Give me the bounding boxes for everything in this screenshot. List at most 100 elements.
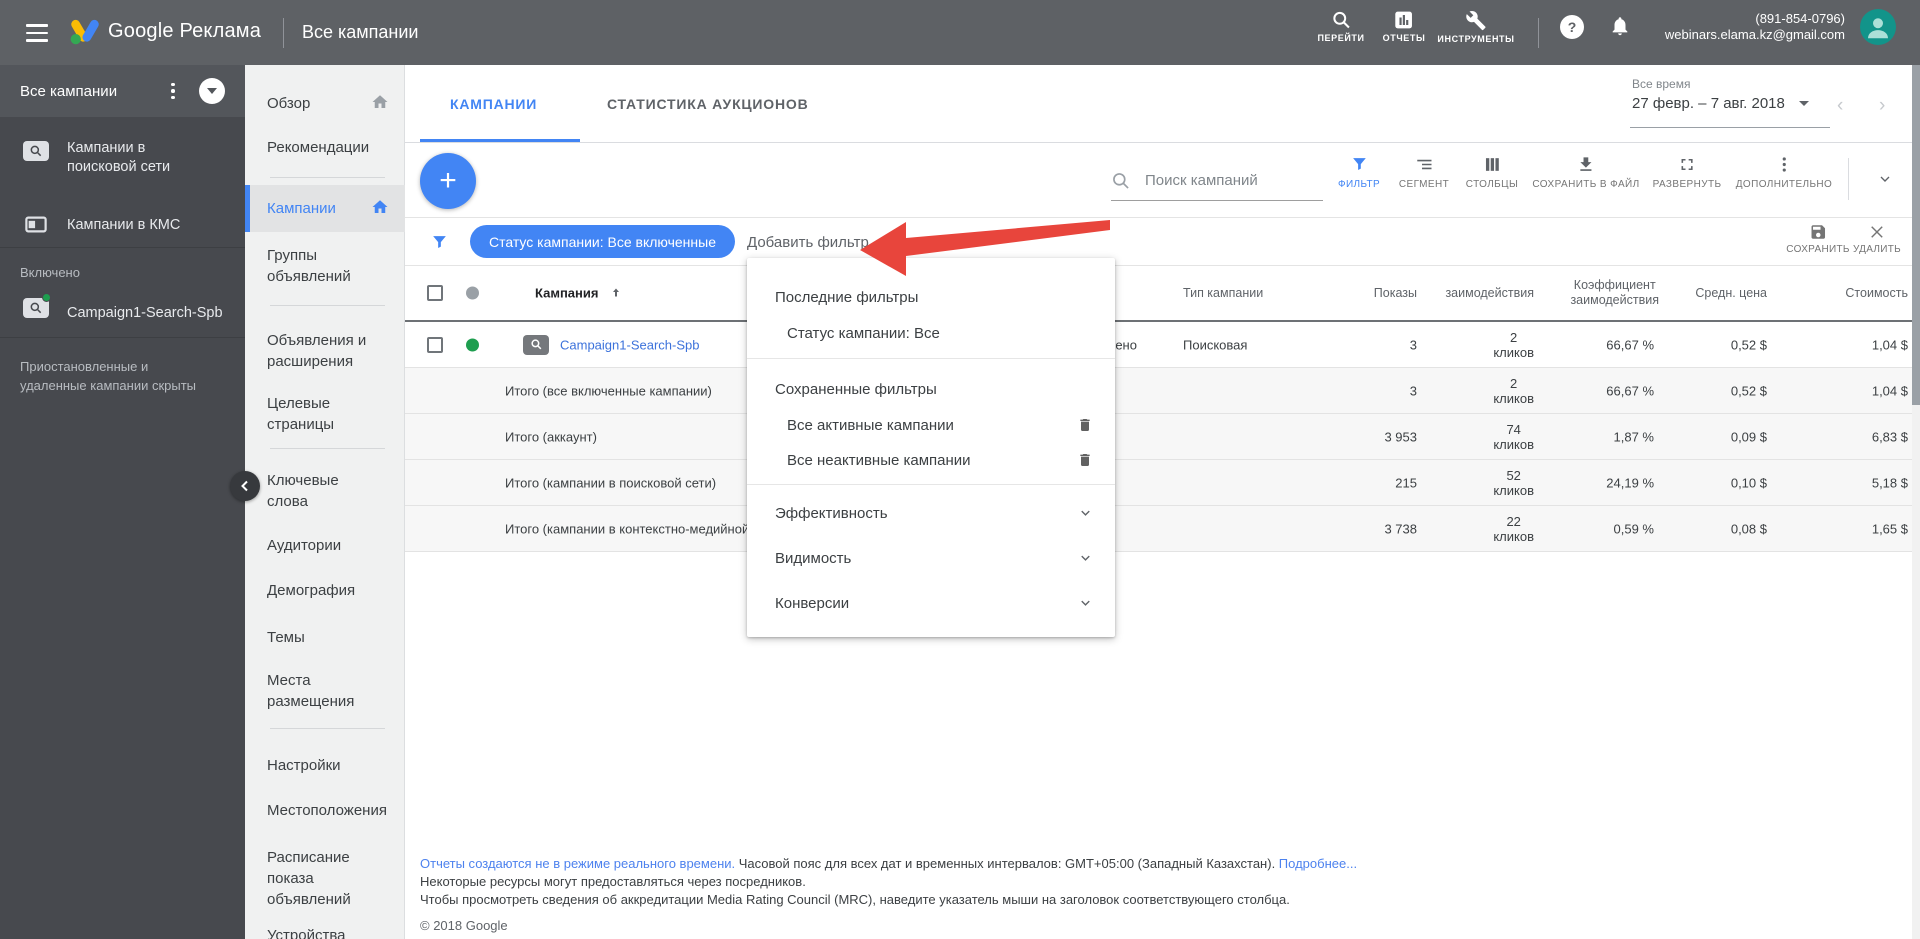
download-button[interactable]: СОХРАНИТЬ В ФАЙЛ: [1532, 155, 1639, 190]
search-input[interactable]: [1143, 171, 1308, 190]
column-header-interaction-rate[interactable]: Коэффициент заимодействия: [1570, 278, 1659, 308]
impressions-cell: 3: [1409, 337, 1417, 352]
avg-cpc-cell: 0,08 $: [1730, 521, 1767, 536]
total-label: Итого (кампании в поисковой сети): [505, 475, 717, 490]
account-info: (891-854-0796) webinars.elama.kz@gmail.c…: [1665, 11, 1845, 43]
collapse-toolbar-chevron-icon[interactable]: [1877, 171, 1893, 187]
topbar-divider-2: [1538, 18, 1539, 48]
saved-filter-item-inactive[interactable]: Все неактивные кампании: [747, 443, 1115, 477]
category-conversions[interactable]: Конверсии: [747, 586, 1115, 620]
table-row-campaign[interactable]: Campaign1-Search-Spb Включено Поисковая …: [405, 322, 1920, 368]
more-options-kebab-icon[interactable]: [166, 79, 180, 103]
expand-button[interactable]: РАЗВЕРНУТЬ: [1653, 155, 1722, 190]
display-campaign-icon: [23, 214, 49, 234]
tab-campaigns[interactable]: КАМПАНИИ: [450, 65, 537, 143]
sidebar-item-display-campaigns[interactable]: Кампании в КМС: [67, 216, 180, 235]
column-header-type[interactable]: Тип кампании: [1183, 286, 1263, 300]
menu-hamburger-icon[interactable]: [26, 24, 48, 42]
home-icon: [372, 95, 388, 108]
goto-button[interactable]: ПЕРЕЙТИ: [1317, 10, 1364, 43]
nav-item-keywords[interactable]: Ключевые слова: [245, 470, 405, 512]
date-range-picker[interactable]: Все время 27 февр. – 7 авг. 2018: [1632, 77, 1809, 112]
campaign-name-link[interactable]: Campaign1-Search-Spb: [560, 337, 699, 352]
nav-item-ad-groups[interactable]: Группы объявлений: [245, 245, 405, 287]
nav-item-locations[interactable]: Местоположения: [245, 800, 405, 821]
delete-trash-icon[interactable]: [1077, 452, 1093, 468]
sidebar-item-search-campaigns[interactable]: Кампании в поисковой сети: [67, 139, 217, 177]
avatar[interactable]: [1860, 9, 1896, 45]
table-row-total-enabled: Итого (все включенные кампании) 3 2 клико…: [405, 368, 1920, 414]
columns-button[interactable]: СТОЛБЦЫ: [1466, 155, 1518, 190]
interaction-rate-cell: 0,59 %: [1613, 521, 1654, 536]
account-phone: (891-854-0796): [1755, 11, 1845, 26]
status-column-dot[interactable]: [466, 286, 479, 300]
category-visibility[interactable]: Видимость: [747, 541, 1115, 575]
filter-chip-campaign-status[interactable]: Статус кампании: Все включенные: [470, 225, 735, 258]
close-x-icon: [1871, 226, 1883, 238]
row-status-dot-enabled[interactable]: [466, 338, 479, 351]
date-caret-down-icon[interactable]: [1798, 101, 1809, 106]
segment-button[interactable]: СЕГМЕНТ: [1399, 155, 1449, 190]
nav-item-audiences[interactable]: Аудитории: [245, 535, 405, 556]
campaign-tree-header: Все кампании: [0, 65, 245, 117]
sort-ascending-arrow-icon: [613, 288, 620, 297]
tab-auction-insights[interactable]: СТАТИСТИКА АУКЦИОНОВ: [607, 65, 809, 143]
impressions-cell: 3: [1409, 383, 1417, 398]
nav-item-demographics[interactable]: Демография: [245, 580, 405, 601]
date-next-chevron-icon[interactable]: ›: [1879, 95, 1885, 117]
column-header-impressions[interactable]: Показы: [1374, 286, 1417, 300]
delete-trash-icon[interactable]: [1077, 417, 1093, 433]
columns-icon: [1485, 158, 1499, 171]
interactions-cell: 2 кликов: [1493, 375, 1534, 406]
nav-item-settings[interactable]: Настройки: [245, 755, 405, 776]
total-label: Итого (аккаунт): [505, 429, 597, 444]
sidebar-item-campaign[interactable]: Campaign1-Search-Spb: [67, 304, 223, 323]
column-header-interactions[interactable]: заимодействия: [1445, 286, 1534, 300]
recent-filter-item[interactable]: Статус кампании: Все: [747, 316, 1115, 350]
campaign-type-cell: Поисковая: [1183, 337, 1248, 352]
category-performance[interactable]: Эффективность: [747, 496, 1115, 530]
sidebar-collapse-handle[interactable]: [230, 471, 260, 501]
saved-filter-item-active[interactable]: Все активные кампании: [747, 408, 1115, 442]
select-all-checkbox[interactable]: [427, 285, 443, 301]
learn-more-link[interactable]: Подробнее...: [1279, 856, 1357, 871]
nav-item-topics[interactable]: Темы: [245, 627, 405, 648]
section-nav-sidebar: Обзор Рекомендации Кампании Группы объяв…: [245, 65, 405, 939]
more-button[interactable]: ДОПОЛНИТЕЛЬНО: [1736, 155, 1832, 190]
nav-item-ad-schedule[interactable]: Расписание показа объявлений: [245, 847, 405, 910]
collapse-dropdown-icon[interactable]: [199, 78, 225, 104]
cost-cell: 5,18 $: [1871, 475, 1908, 490]
save-filter-button[interactable]: СОХРАНИТЬ: [1786, 223, 1849, 255]
nav-item-ads-extensions[interactable]: Объявления и расширения: [245, 330, 405, 372]
realtime-reports-link[interactable]: Отчеты создаются не в режиме реального в…: [420, 856, 735, 871]
notifications-bell-icon[interactable]: [1609, 15, 1631, 37]
nav-item-placements[interactable]: Места размещения: [245, 670, 405, 712]
topbar-divider: [283, 18, 284, 48]
nav-item-campaigns[interactable]: Кампании: [245, 198, 405, 219]
nav-item-landing-pages[interactable]: Целевые страницы: [245, 393, 405, 435]
tools-button[interactable]: ИНСТРУМЕНТЫ: [1437, 10, 1514, 44]
reports-button[interactable]: ОТЧЕТЫ: [1383, 10, 1426, 43]
google-ads-logo: [70, 19, 99, 45]
remove-filter-button[interactable]: УДАЛИТЬ: [1853, 223, 1901, 255]
nav-item-recommendations[interactable]: Рекомендации: [245, 137, 405, 158]
bar-chart-icon: [1395, 11, 1413, 29]
column-header-avg-cpc[interactable]: Средн. цена: [1695, 286, 1767, 300]
google-ads-app: Google Реклама Все кампании ПЕРЕЙТИ ОТЧЕ…: [0, 0, 1920, 939]
filter-button[interactable]: ФИЛЬТР: [1338, 155, 1380, 190]
row-checkbox[interactable]: [427, 336, 443, 353]
add-campaign-button[interactable]: +: [420, 153, 476, 209]
search-icon: [1332, 11, 1350, 29]
avg-cpc-cell: 0,10 $: [1730, 475, 1767, 490]
campaign-search: [1111, 161, 1323, 201]
nav-item-overview[interactable]: Обзор: [245, 93, 405, 114]
column-header-campaign[interactable]: Кампания: [535, 286, 622, 301]
recent-filters-header: Последние фильтры: [775, 288, 919, 306]
footnote-line-1: Отчеты создаются не в режиме реального в…: [420, 856, 1358, 871]
date-prev-chevron-icon[interactable]: ‹: [1837, 95, 1843, 117]
column-header-cost[interactable]: Стоимость: [1845, 286, 1908, 300]
help-icon[interactable]: ?: [1560, 15, 1584, 39]
nav-item-devices[interactable]: Устройства: [245, 925, 405, 939]
interaction-rate-cell: 1,87 %: [1613, 429, 1654, 444]
scrollbar-thumb[interactable]: [1912, 65, 1920, 405]
